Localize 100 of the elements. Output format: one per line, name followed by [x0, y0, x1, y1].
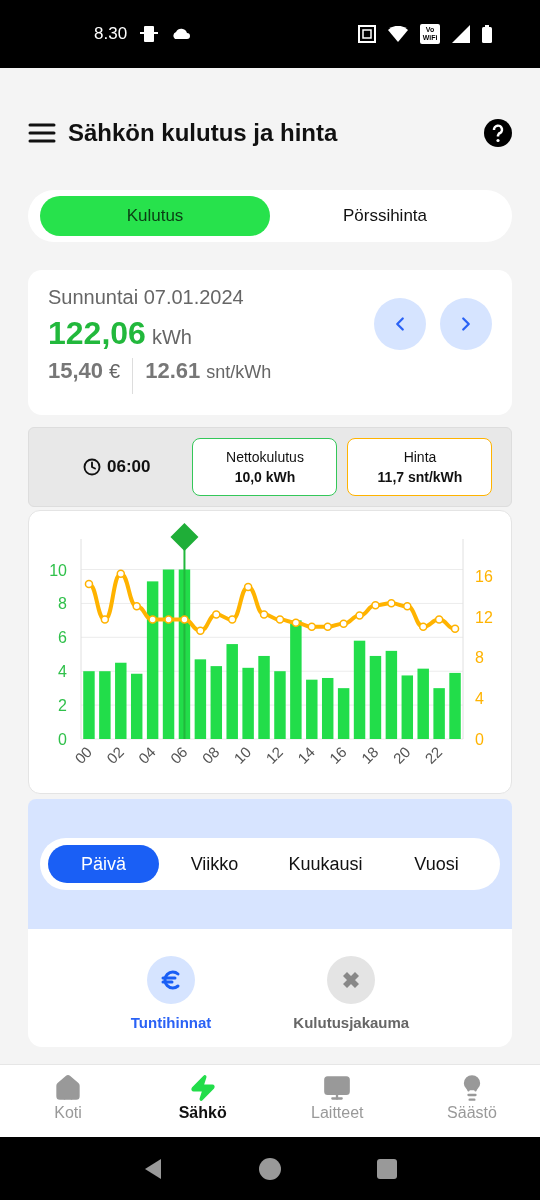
axis-label: 8: [475, 649, 484, 667]
energy-value: 122,06: [48, 315, 146, 352]
price-point: [418, 622, 428, 631]
axis-label: 16: [325, 743, 350, 767]
bar[interactable]: [162, 569, 175, 739]
price-point: [355, 611, 364, 620]
bar[interactable]: [99, 671, 111, 739]
page-title: Sähkön kulutus ja hinta: [68, 119, 339, 147]
hour-text: 06:00: [107, 457, 151, 477]
axis-label: 12: [262, 743, 287, 767]
home-icon: [54, 1074, 82, 1102]
bar[interactable]: [131, 673, 143, 739]
bar[interactable]: [290, 620, 302, 739]
price-point: [227, 615, 237, 624]
period-tab[interactable]: Kuukausi: [270, 845, 381, 883]
axis-label: 00: [71, 743, 96, 767]
price-point: [323, 622, 332, 631]
bar[interactable]: [353, 640, 366, 739]
menu-icon[interactable]: [28, 123, 56, 143]
axis-label: 0: [58, 731, 67, 748]
axis-label: 06: [166, 743, 191, 767]
bar[interactable]: [83, 671, 95, 739]
next-button[interactable]: [440, 298, 492, 350]
bar[interactable]: [242, 667, 254, 739]
bar[interactable]: [210, 666, 222, 739]
price-point: [291, 618, 301, 627]
bar[interactable]: [433, 688, 445, 739]
price-point: [84, 579, 94, 589]
card-value: 10,0 kWh: [234, 469, 296, 485]
nav-item[interactable]: Sähkö: [154, 1073, 251, 1137]
axis-label: 10: [230, 743, 255, 767]
shortcut-button[interactable]: Tuntihinnat: [124, 955, 218, 1047]
price-value: 12.61: [145, 358, 201, 384]
axis-label: 4: [58, 663, 67, 681]
bar[interactable]: [306, 679, 318, 739]
price-point: [196, 626, 205, 636]
bar[interactable]: [258, 655, 270, 739]
view-tab[interactable]: Kulutus: [40, 196, 270, 236]
help-icon[interactable]: [484, 119, 512, 147]
nfc-icon: [358, 25, 376, 43]
axis-label: 20: [389, 743, 414, 767]
back-icon[interactable]: [143, 1157, 163, 1180]
price-point: [100, 615, 110, 624]
axis-label: 8: [58, 595, 67, 613]
price-point: [307, 622, 317, 631]
period-tab[interactable]: Päivä: [48, 845, 159, 883]
axis-label: 22: [421, 743, 446, 767]
bar[interactable]: [226, 644, 238, 739]
axis-label: 04: [134, 743, 159, 767]
bar[interactable]: [274, 671, 286, 739]
axis-label: 0: [475, 731, 484, 748]
cost-unit: €: [109, 360, 121, 383]
axis-label: 2: [58, 697, 67, 715]
battery-icon: [482, 25, 492, 43]
bar[interactable]: [194, 659, 207, 739]
price-point: [164, 615, 173, 624]
bar[interactable]: [385, 650, 398, 739]
previous-button[interactable]: [374, 298, 426, 350]
recents-icon[interactable]: [377, 1158, 397, 1179]
bar[interactable]: [115, 662, 127, 739]
date-text: Sunnuntai 07.01.2024: [48, 286, 245, 309]
monitor-icon: [323, 1074, 352, 1102]
wifi-icon: [388, 26, 408, 42]
axis-label: 4: [475, 690, 484, 708]
price-unit: snt/kWh: [206, 362, 272, 383]
view-tab[interactable]: Pörssihinta: [270, 196, 500, 236]
price-point: [132, 602, 141, 611]
price-point: [275, 615, 285, 624]
price-point: [387, 599, 396, 608]
period-tab[interactable]: Vuosi: [381, 845, 492, 883]
axis-label: 10: [49, 561, 67, 579]
price-point: [212, 610, 221, 619]
bar[interactable]: [146, 581, 159, 739]
price-point: [259, 610, 269, 619]
signal-icon: [452, 25, 470, 43]
home-circle-icon[interactable]: [259, 1157, 281, 1180]
axis-label: 02: [103, 743, 127, 767]
price-point: [450, 624, 460, 634]
price-point: [403, 602, 412, 611]
status-time: 8.30: [94, 24, 128, 44]
bar[interactable]: [322, 678, 334, 739]
card-label: Hinta: [403, 449, 437, 465]
axis-label: 12: [475, 608, 493, 626]
price-point: [148, 615, 157, 624]
period-tab[interactable]: Viikko: [159, 845, 270, 883]
bar[interactable]: [449, 672, 461, 739]
energy-unit: kWh: [151, 326, 192, 349]
axis-label: 16: [475, 567, 493, 585]
bar[interactable]: [417, 668, 429, 739]
hour-marker[interactable]: [170, 523, 199, 740]
card-value: 11,7 snt/kWh: [377, 469, 463, 485]
bar[interactable]: [337, 688, 350, 739]
axis-label: 08: [198, 743, 223, 767]
price-point: [434, 615, 444, 624]
bar[interactable]: [369, 655, 382, 739]
price-point: [339, 619, 348, 628]
shortcut-button[interactable]: Kulutusjakauma: [287, 955, 416, 1047]
bar[interactable]: [401, 675, 413, 739]
cost-value: 15,40: [48, 358, 104, 384]
axis-label: 6: [58, 629, 67, 647]
